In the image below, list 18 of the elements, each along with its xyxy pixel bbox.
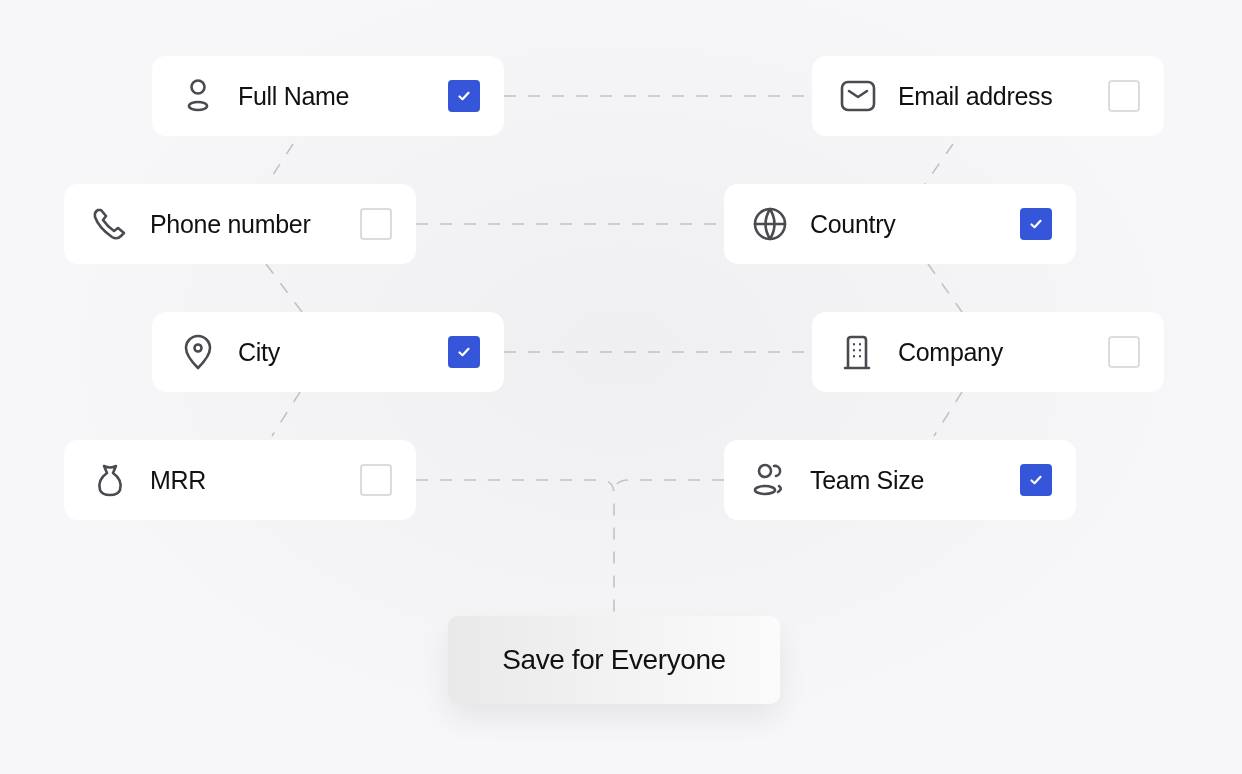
field-label: City — [238, 337, 281, 367]
field-label: Country — [810, 209, 897, 239]
dashed-connector — [927, 263, 963, 313]
dashed-connector — [265, 263, 303, 313]
field-label: Email address — [898, 81, 1054, 111]
dashed-connector — [924, 143, 954, 185]
field-label: Company — [898, 337, 1004, 367]
save-button[interactable]: Save for Everyone — [448, 616, 780, 704]
checkbox[interactable] — [1020, 208, 1052, 240]
dashed-connector — [271, 391, 301, 437]
dashed-connector — [933, 391, 963, 437]
field-label: Team Size — [810, 465, 925, 495]
checkbox[interactable] — [448, 336, 480, 368]
checkbox[interactable] — [1020, 464, 1052, 496]
field-label: MRR — [150, 465, 208, 495]
field-label: Phone number — [150, 209, 312, 239]
field-label: Full Name — [238, 81, 351, 111]
checkbox[interactable] — [448, 80, 480, 112]
